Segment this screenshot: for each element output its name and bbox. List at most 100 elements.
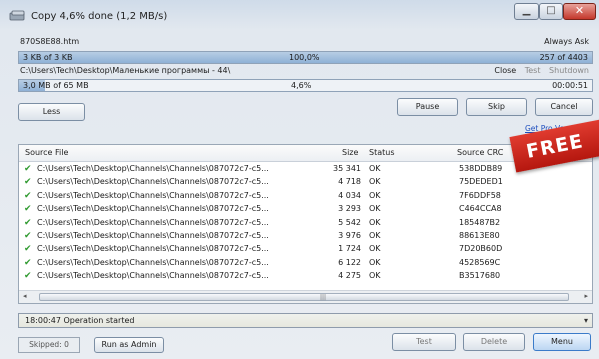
total-progress-bar: 3,0 MB of 65 MB 4,6% 00:00:51 — [18, 79, 593, 92]
size-cell: 4 718 — [338, 177, 361, 187]
size-cell: 6 122 — [338, 257, 361, 267]
log-bar[interactable]: 18:00:47 Operation started ▾ — [18, 313, 593, 328]
table-row[interactable]: ✔ C:\Users\Tech\Desktop\Channels\Channels… — [19, 271, 592, 283]
destination-row: C:\Users\Tech\Desktop\Маленькие программ… — [18, 66, 593, 78]
size-cell: 4 034 — [338, 190, 361, 200]
size-cell: 35 341 — [333, 164, 361, 173]
crc-cell: B3517680 — [459, 271, 501, 281]
header-source-file[interactable]: Source File — [25, 148, 68, 157]
skipped-counter: Skipped: 0 — [18, 337, 80, 353]
test-button[interactable]: Test — [392, 333, 456, 351]
menu-button[interactable]: Menu — [533, 333, 591, 351]
check-icon: ✔ — [24, 231, 32, 241]
header-status[interactable]: Status — [369, 148, 395, 157]
less-button[interactable]: Less — [18, 103, 85, 121]
log-text: 18:00:47 Operation started — [25, 316, 135, 325]
crc-cell: 538DDB89 — [459, 164, 503, 173]
copy-window: Copy 4,6% done (1,2 MB/s) ▁ □ ✕ 870S8E88… — [0, 0, 599, 359]
table-row[interactable]: ✔ C:\Users\Tech\Desktop\Channels\Channels… — [19, 204, 592, 216]
crc-cell: C464CCA8 — [459, 204, 502, 214]
current-file-row: 870S8E88.htm Always Ask — [18, 37, 593, 49]
header-size[interactable]: Size — [342, 148, 358, 157]
size-cell: 1 724 — [338, 244, 361, 254]
table-row[interactable]: ✔ C:\Users\Tech\Desktop\Channels\Channels… — [19, 244, 592, 256]
status-cell: OK — [369, 244, 381, 254]
run-as-admin-button[interactable]: Run as Admin — [94, 337, 164, 353]
delete-button[interactable]: Delete — [463, 333, 525, 351]
source-file-cell: C:\Users\Tech\Desktop\Channels\Channels\… — [37, 271, 269, 281]
status-cell: OK — [369, 190, 381, 200]
minimize-button[interactable]: ▁ — [514, 3, 539, 20]
crc-cell: 75DEDED1 — [459, 177, 503, 187]
source-file-cell: C:\Users\Tech\Desktop\Channels\Channels\… — [37, 231, 269, 240]
after-finish-options: Close Test Shutdown — [488, 66, 589, 75]
status-cell: OK — [369, 204, 381, 214]
check-icon: ✔ — [24, 271, 32, 282]
size-cell: 3 293 — [338, 204, 361, 214]
file-table: Source File Size Status Source CRC ✔ C:\U… — [18, 144, 593, 304]
overwrite-mode[interactable]: Always Ask — [544, 37, 589, 46]
scroll-right-icon[interactable]: ▸ — [584, 292, 588, 300]
size-cell: 4 275 — [338, 271, 361, 281]
source-file-cell: C:\Users\Tech\Desktop\Channels\Channels\… — [37, 190, 269, 200]
status-cell: OK — [369, 217, 381, 227]
source-file-cell: C:\Users\Tech\Desktop\Channels\Channels\… — [37, 244, 269, 254]
app-icon — [9, 10, 25, 21]
shutdown-option[interactable]: Shutdown — [549, 66, 589, 75]
current-file-name: 870S8E88.htm — [20, 37, 80, 46]
table-row[interactable]: ✔ C:\Users\Tech\Desktop\Channels\Channels… — [19, 191, 592, 203]
close-button[interactable]: ✕ — [563, 3, 596, 20]
file-progress-percent: 100,0% — [289, 53, 320, 62]
test-option[interactable]: Test — [525, 66, 541, 75]
file-count: 257 of 4403 — [539, 53, 588, 62]
table-row[interactable]: ✔ C:\Users\Tech\Desktop\Channels\Channels… — [19, 258, 592, 270]
title-bar: Copy 4,6% done (1,2 MB/s) ▁ □ ✕ — [0, 0, 599, 32]
close-option[interactable]: Close — [494, 66, 516, 75]
cancel-button[interactable]: Cancel — [535, 98, 593, 116]
status-cell: OK — [369, 271, 381, 281]
source-file-cell: C:\Users\Tech\Desktop\Channels\Channels\… — [37, 177, 269, 187]
crc-cell: 7D20B60D — [459, 244, 503, 254]
table-row[interactable]: ✔ C:\Users\Tech\Desktop\Channels\Channels… — [19, 177, 592, 189]
close-icon: ✕ — [574, 4, 585, 17]
check-icon: ✔ — [24, 177, 32, 188]
total-progress-percent: 4,6% — [291, 81, 312, 90]
crc-cell: 7F6DDF58 — [459, 190, 501, 200]
check-icon: ✔ — [24, 257, 32, 268]
check-icon: ✔ — [24, 204, 32, 215]
status-cell: OK — [369, 177, 381, 187]
maximize-button[interactable]: □ — [539, 3, 563, 20]
crc-cell: 88613E80 — [459, 231, 500, 240]
window-title: Copy 4,6% done (1,2 MB/s) — [31, 11, 168, 22]
file-progress-text: 3 KB of 3 KB — [23, 53, 73, 62]
status-cell: OK — [369, 164, 381, 173]
crc-cell: 185487B2 — [459, 217, 501, 227]
total-progress-text: 3,0 MB of 65 MB — [23, 81, 89, 90]
status-cell: OK — [369, 231, 381, 240]
grip-icon: ||| — [320, 294, 327, 301]
status-cell: OK — [369, 257, 381, 267]
source-file-cell: C:\Users\Tech\Desktop\Channels\Channels\… — [37, 164, 269, 173]
pause-button[interactable]: Pause — [397, 98, 458, 116]
source-file-cell: C:\Users\Tech\Desktop\Channels\Channels\… — [37, 257, 269, 267]
header-source-crc[interactable]: Source CRC — [457, 148, 503, 157]
scroll-left-icon[interactable]: ◂ — [23, 292, 27, 300]
table-row[interactable]: ✔ C:\Users\Tech\Desktop\Channels\Channels… — [19, 231, 592, 243]
maximize-icon: □ — [546, 5, 556, 16]
size-cell: 3 976 — [338, 231, 361, 240]
skip-button[interactable]: Skip — [466, 98, 527, 116]
minimize-icon: ▁ — [522, 5, 531, 16]
scrollbar-thumb[interactable]: ||| — [39, 293, 569, 301]
size-cell: 5 542 — [338, 217, 361, 227]
horizontal-scrollbar[interactable]: ◂ ||| ▸ — [19, 290, 592, 303]
source-file-cell: C:\Users\Tech\Desktop\Channels\Channels\… — [37, 204, 269, 214]
source-file-cell: C:\Users\Tech\Desktop\Channels\Channels\… — [37, 217, 269, 227]
check-icon: ✔ — [24, 244, 32, 255]
crc-cell: 4528569C — [459, 257, 501, 267]
table-row[interactable]: ✔ C:\Users\Tech\Desktop\Channels\Channels… — [19, 164, 592, 176]
table-header: Source File Size Status Source CRC — [19, 145, 592, 162]
check-icon: ✔ — [24, 190, 32, 201]
chevron-down-icon[interactable]: ▾ — [584, 316, 588, 325]
table-row[interactable]: ✔ C:\Users\Tech\Desktop\Channels\Channels… — [19, 218, 592, 230]
file-progress-bar: 3 KB of 3 KB 100,0% 257 of 4403 — [18, 51, 593, 64]
